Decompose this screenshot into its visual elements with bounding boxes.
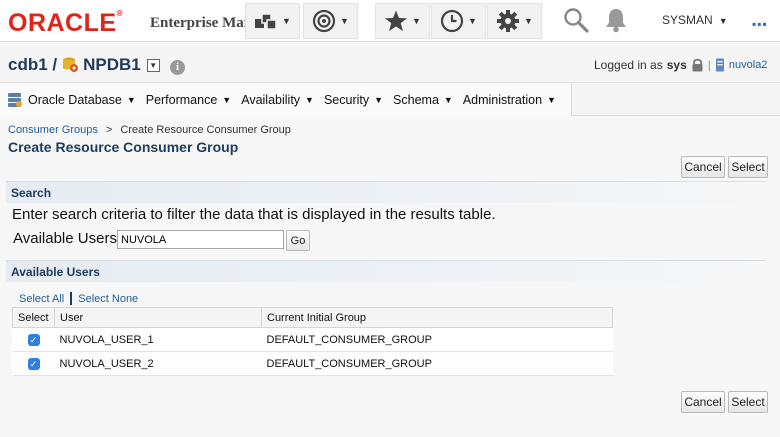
group-cell: DEFAULT_CONSUMER_GROUP <box>261 327 613 352</box>
chevron-down-icon: ▼ <box>340 16 349 26</box>
target-context-bar: cdb1 / NPDB1 ▼ i Logged in as sys | nuvo… <box>0 42 780 82</box>
column-header-select: Select <box>12 307 55 328</box>
select-cell: ✓ <box>12 327 55 352</box>
chevron-down-icon: ▼ <box>126 94 136 105</box>
chevron-down-icon: ▼ <box>282 16 291 26</box>
dashboard-menu-button[interactable]: ▼ <box>303 3 358 39</box>
search-section-header: Search <box>6 181 766 203</box>
chevron-down-icon: ▼ <box>547 94 556 105</box>
oracle-logo[interactable]: ORACLE® <box>8 9 123 38</box>
breadcrumb-separator: > <box>105 124 113 136</box>
available-users-input[interactable] <box>117 230 284 249</box>
chevron-down-icon: ▼ <box>412 16 421 26</box>
available-users-section-header: Available Users <box>6 260 766 282</box>
menu-schema[interactable]: Schema ▼ <box>393 93 453 107</box>
row-checkbox[interactable]: ✓ <box>27 357 40 370</box>
menu-label: Security <box>323 92 370 107</box>
breadcrumb-consumer-groups[interactable]: Consumer Groups <box>8 124 98 136</box>
gear-icon <box>497 10 520 32</box>
menu-performance[interactable]: Performance ▼ <box>146 93 231 107</box>
more-options-icon[interactable]: ▪▪▪ <box>752 17 768 31</box>
chevron-down-icon: ▼ <box>374 94 384 105</box>
menu-security[interactable]: Security ▼ <box>324 93 383 107</box>
go-button[interactable]: Go <box>286 230 310 251</box>
breadcrumb-current: Create Resource Consumer Group <box>120 124 291 136</box>
column-header-user[interactable]: User <box>54 307 262 328</box>
logged-in-user: sys <box>666 58 687 72</box>
database-icon <box>8 92 22 107</box>
group-cell: DEFAULT_CONSUMER_GROUP <box>261 351 613 376</box>
page-title: Create Resource Consumer Group <box>8 139 239 155</box>
select-button-top[interactable]: Select <box>728 156 768 178</box>
menu-administration[interactable]: Administration ▼ <box>463 93 556 107</box>
cancel-button-bottom[interactable]: Cancel <box>681 391 725 413</box>
menu-label: Oracle Database <box>28 92 122 107</box>
registered-mark: ® <box>116 9 123 18</box>
target-title: cdb1 / NPDB1 ▼ <box>8 55 160 75</box>
row-checkbox[interactable]: ✓ <box>27 333 40 346</box>
menu-label: Schema <box>393 92 439 107</box>
menu-oracle-database[interactable]: Oracle Database ▼ <box>7 92 136 108</box>
pdb-dropdown-icon[interactable]: ▼ <box>146 58 160 72</box>
target-menu: Oracle Database ▼ Performance ▼ Availabili… <box>0 83 572 116</box>
history-menu-button[interactable]: ▼ <box>431 3 486 39</box>
table-row: ✓ NUVOLA_USER_1 DEFAULT_CONSUMER_GROUP <box>12 327 613 352</box>
product-name: Enterprise Manager Cloud Control 13c <box>150 15 250 31</box>
pluggable-database-icon <box>63 57 79 72</box>
search-icon[interactable] <box>562 6 590 34</box>
column-header-current-initial-group[interactable]: Current Initial Group <box>261 307 613 328</box>
chevron-down-icon: ▼ <box>443 94 453 105</box>
logged-in-label: Logged in as <box>594 58 663 72</box>
star-icon <box>385 10 408 31</box>
selection-links: Select All Select None <box>19 292 138 305</box>
select-all-link[interactable]: Select All <box>19 293 64 305</box>
bell-icon[interactable] <box>603 6 629 34</box>
setup-menu-button[interactable]: ▼ <box>487 3 542 39</box>
targets-icon <box>255 13 277 30</box>
user-cell: NUVOLA_USER_2 <box>54 351 262 376</box>
targets-menu-button[interactable]: ▼ <box>245 3 300 39</box>
chevron-down-icon: ▼ <box>718 16 728 26</box>
chevron-down-icon: ▼ <box>305 94 314 105</box>
table-row: ✓ NUVOLA_USER_2 DEFAULT_CONSUMER_GROUP <box>12 351 613 376</box>
select-none-link[interactable]: Select None <box>78 293 138 305</box>
user-cell: NUVOLA_USER_1 <box>54 327 262 352</box>
select-button-bottom[interactable]: Select <box>728 391 768 413</box>
host-link[interactable]: nuvola2 <box>729 59 768 71</box>
favorites-menu-button[interactable]: ▼ <box>375 3 430 39</box>
chevron-down-icon: ▼ <box>222 94 232 105</box>
separator: | <box>707 58 711 72</box>
menu-label: Administration <box>462 92 543 107</box>
menu-label: Performance <box>145 92 218 107</box>
menu-availability[interactable]: Availability ▼ <box>241 93 314 107</box>
select-cell: ✓ <box>12 351 55 376</box>
user-menu[interactable]: SYSMAN ▼ <box>662 13 728 27</box>
server-icon <box>715 58 724 72</box>
search-heading: Search <box>11 186 52 200</box>
available-users-table: Select User Current Initial Group ✓ NUVO… <box>12 307 613 376</box>
info-icon[interactable]: i <box>170 60 185 75</box>
link-divider <box>70 292 73 305</box>
top-header: ORACLE® Enterprise Manager Cloud Control… <box>0 0 780 42</box>
available-users-label: Available Users <box>13 230 117 247</box>
target-circle-icon <box>312 9 336 33</box>
lock-icon <box>692 58 703 72</box>
clock-icon <box>440 9 464 33</box>
target-menu-bar: Oracle Database ▼ Performance ▼ Availabili… <box>0 82 780 116</box>
menu-label: Availability <box>241 92 301 107</box>
table-header-row: Select User Current Initial Group <box>12 307 613 328</box>
available-users-heading: Available Users <box>11 265 100 279</box>
pdb-name: NPDB1 <box>83 55 141 74</box>
chevron-down-icon: ▼ <box>468 16 477 26</box>
cdb-name[interactable]: cdb1 / <box>8 55 57 75</box>
breadcrumb: Consumer Groups > Create Resource Consumer… <box>8 124 291 136</box>
chevron-down-icon: ▼ <box>524 16 533 26</box>
login-info: Logged in as sys | nuvola2 <box>594 58 767 72</box>
search-instructions: Enter search criteria to filter the data… <box>12 206 496 223</box>
cancel-button-top[interactable]: Cancel <box>681 156 725 178</box>
